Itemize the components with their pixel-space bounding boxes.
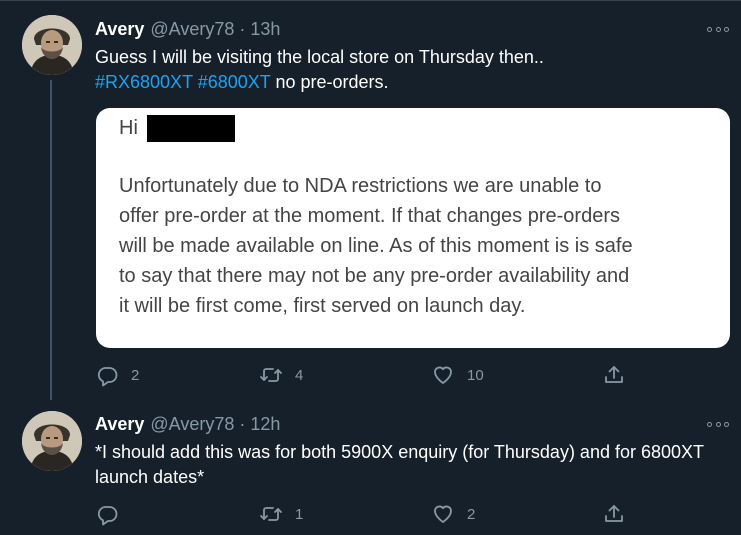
avatar[interactable] (22, 15, 82, 75)
author-handle[interactable]: @Avery78 (150, 414, 234, 435)
attached-image[interactable]: Hi Unfortunately due to NDA restrictions… (96, 108, 730, 348)
separator: · (239, 19, 246, 39)
like-count: 10 (467, 366, 484, 384)
timestamp[interactable]: 12h (250, 414, 280, 435)
reply-button[interactable] (95, 502, 131, 526)
retweet-count: 4 (295, 366, 304, 384)
like-icon (434, 366, 452, 384)
like-icon (434, 505, 452, 523)
more-options-icon[interactable] (707, 24, 729, 34)
hashtag-link[interactable]: #6800XT (198, 72, 271, 92)
tweet-text: Guess I will be visiting the local store… (95, 45, 735, 95)
email-greeting: Hi (119, 114, 235, 142)
tweet-text-line: *I should add this was for both 5900X en… (95, 442, 705, 462)
retweet-button[interactable]: 4 (259, 363, 303, 387)
hashtag-link[interactable]: #RX6800XT (95, 72, 193, 92)
timestamp[interactable]: 13h (250, 19, 280, 40)
tweet-text: *I should add this was for both 5900X en… (95, 440, 735, 490)
tweet-text-line: Guess I will be visiting the local store… (95, 47, 544, 67)
tweet-header: Avery @Avery78 · 13h (95, 19, 280, 41)
author-name[interactable]: Avery (95, 19, 144, 40)
email-line: to say that there may not be any pre-ord… (119, 265, 630, 287)
tweet-text-line: launch dates* (95, 467, 205, 487)
share-icon (605, 505, 623, 522)
author-name[interactable]: Avery (95, 414, 144, 435)
tweet[interactable]: Avery @Avery78 · 13h Guess I will be vis… (0, 0, 741, 400)
action-bar: 2 4 10 (95, 363, 635, 387)
share-button[interactable] (602, 363, 626, 387)
action-bar: 1 2 (95, 502, 635, 526)
reply-count: 2 (131, 366, 140, 384)
more-options-icon[interactable] (707, 419, 729, 429)
reply-icon (97, 367, 118, 387)
redaction-box (146, 114, 235, 142)
email-line: Unfortunately due to NDA restrictions we… (119, 175, 602, 197)
share-icon (605, 366, 623, 383)
like-count: 2 (467, 505, 476, 523)
reply-button[interactable]: 2 (95, 363, 139, 387)
like-button[interactable]: 2 (431, 502, 475, 526)
tweet[interactable]: Avery @Avery78 · 12h *I should add this … (0, 400, 741, 535)
tweet-text-suffix: no pre-orders. (270, 72, 389, 92)
greeting-text: Hi (119, 117, 138, 139)
retweet-icon (260, 368, 282, 382)
like-button[interactable]: 10 (431, 363, 484, 387)
share-button[interactable] (602, 502, 626, 526)
avatar[interactable] (22, 411, 82, 471)
tweet-text-line: #RX6800XT #6800XT no pre-orders. (95, 70, 735, 95)
email-line: offer pre-order at the moment. If that c… (119, 205, 620, 227)
reply-icon (97, 506, 118, 526)
thread-line (50, 80, 52, 400)
email-line: it will be first come, first served on l… (119, 295, 526, 317)
email-line: will be made available on line. As of th… (119, 235, 633, 257)
tweet-header: Avery @Avery78 · 12h (95, 414, 280, 436)
retweet-icon (260, 507, 282, 521)
author-handle[interactable]: @Avery78 (150, 19, 234, 40)
timeline: Avery @Avery78 · 13h Guess I will be vis… (0, 0, 741, 535)
retweet-count: 1 (295, 505, 304, 523)
separator: · (239, 414, 246, 434)
email-body: Unfortunately due to NDA restrictions we… (119, 171, 719, 321)
retweet-button[interactable]: 1 (259, 502, 303, 526)
